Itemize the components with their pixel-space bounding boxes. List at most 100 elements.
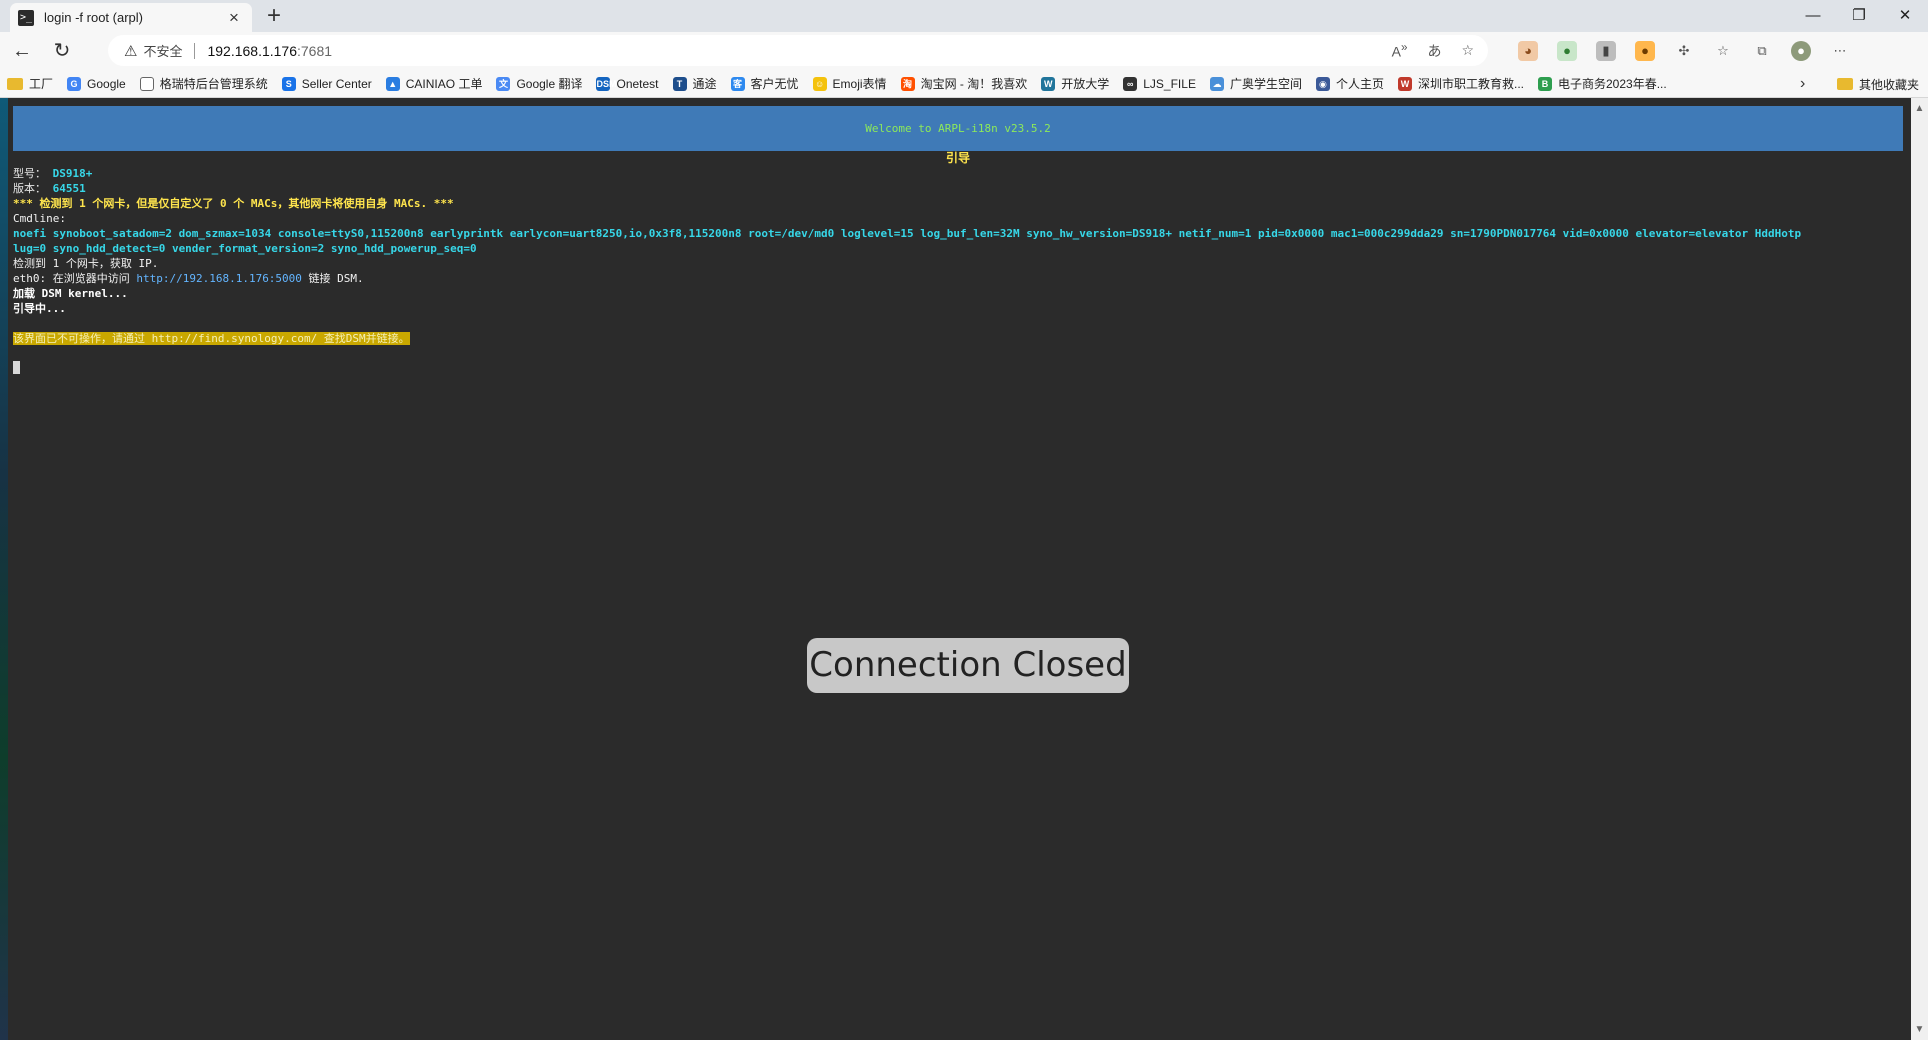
bookmark-favicon-icon: ∞ — [1123, 76, 1138, 91]
bookmark-item[interactable]: ◉ 个人主页 — [1309, 72, 1391, 96]
bookmark-favicon-icon: G — [67, 76, 82, 91]
bookmark-label: 个人主页 — [1335, 77, 1384, 91]
favorites-icon[interactable]: ☆ — [1713, 41, 1733, 61]
address-bar[interactable]: ⚠ 不安全 192.168.1.176 :7681 A» あ ☆ — [108, 35, 1488, 66]
bookmark-item[interactable]: G Google — [60, 72, 133, 96]
extension-badge-icon[interactable]: ● — [1557, 41, 1577, 61]
bookmark-favicon-icon: 文 — [496, 76, 511, 91]
bookmark-label: 广奥学生空间 — [1229, 77, 1302, 91]
bookmark-item[interactable]: T 通途 — [666, 72, 724, 96]
translate-icon[interactable]: あ — [1427, 41, 1441, 61]
read-aloud-icon[interactable]: A» — [1392, 41, 1408, 60]
url-port[interactable]: :7681 — [297, 43, 332, 59]
banner-text: Welcome to ARPL-i18n v23.5.2 — [865, 122, 1051, 135]
bookmark-item[interactable]: 客客户无忧 — [724, 72, 806, 96]
build-label: 版本： — [13, 182, 46, 195]
warning-icon[interactable]: ⚠ — [124, 42, 137, 60]
extension-icon[interactable]: ▮ — [1596, 41, 1616, 61]
restore-button[interactable]: ❐ — [1836, 0, 1882, 32]
bookmark-item[interactable]: S Seller Center — [275, 72, 379, 96]
new-tab-button[interactable]: + — [260, 3, 288, 31]
bookmark-favicon-icon: W — [1041, 76, 1056, 91]
other-bookmarks-label: 其他收藏夹 — [1859, 77, 1920, 92]
bookmark-favicon-icon: 淘 — [900, 76, 915, 91]
terminal[interactable]: Welcome to ARPL-i18n v23.5.2 引导 型号： DS91… — [13, 106, 1903, 1036]
bookmark-label: 深圳市职工教育救... — [1417, 77, 1524, 91]
browser-tab[interactable]: >_ login -f root (arpl) × — [10, 3, 252, 32]
desktop-edge — [0, 98, 8, 1040]
notice-text: 该界面已不可操作，请通过 http://find.synology.com/ 查… — [13, 332, 410, 345]
build-line: 版本： 64551 — [13, 181, 86, 196]
connection-closed-overlay: Connection Closed — [807, 638, 1129, 693]
booting-line: 引导中... — [13, 302, 66, 315]
bookmark-favicon-icon: ◉ — [1315, 76, 1330, 91]
more-menu-icon[interactable]: ⋯ — [1830, 41, 1850, 61]
terminal-icon: >_ — [18, 9, 34, 26]
bookmark-favicon-icon: S — [281, 76, 296, 91]
eth-line: eth0: 在浏览器中访问 http://192.168.1.176:5000 … — [13, 271, 364, 286]
bookmark-item[interactable]: 工厂 — [0, 72, 60, 96]
cmdline-label: Cmdline: — [13, 212, 66, 225]
back-button[interactable]: ← — [4, 35, 40, 67]
close-window-button[interactable]: ✕ — [1882, 0, 1928, 32]
avatar[interactable]: ● — [1791, 41, 1811, 61]
folder-icon — [7, 77, 23, 90]
bookmark-favicon-icon: ☁ — [1209, 76, 1224, 91]
bookmark-label: 工厂 — [29, 77, 54, 91]
bookmark-item[interactable]: ∞ LJS_FILE — [1116, 72, 1203, 96]
bookmarks-overflow-chevron-icon[interactable]: › — [1800, 70, 1805, 98]
cmdline-text-2: lug=0 syno_hdd_detect=0 vender_format_ve… — [13, 242, 477, 255]
reload-button[interactable]: ↻ — [44, 35, 80, 67]
bookmark-item[interactable]: DSM Onetest — [589, 72, 665, 96]
bookmark-label: 淘宝网 - 淘！我喜欢 — [920, 77, 1028, 91]
bookmark-item[interactable]: 淘淘宝网 - 淘！我喜欢 — [894, 72, 1035, 96]
scroll-down-arrow-icon[interactable]: ▼ — [1911, 1021, 1928, 1038]
bookmark-item[interactable]: B 电子商务2023年春... — [1531, 72, 1674, 96]
bookmark-favicon-icon: W — [1397, 76, 1412, 91]
bookmark-item[interactable]: W 深圳市职工教育救... — [1391, 72, 1531, 96]
bookmark-label: LJS_FILE — [1143, 76, 1196, 91]
cmdline-text-1: noefi synoboot_satadom=2 dom_szmax=1034 … — [13, 227, 1802, 240]
bookmark-item[interactable]: ☁ 广奥学生空间 — [1203, 72, 1309, 96]
bookmark-label: 客户无忧 — [750, 77, 799, 91]
eth-prefix: eth0: 在浏览器中访问 — [13, 272, 137, 285]
bookmark-item[interactable]: ▲ CAINIAO 工单 — [379, 72, 490, 96]
tab-title: login -f root (arpl) — [44, 10, 143, 25]
bookmark-label: Google — [87, 76, 126, 91]
bookmark-label: CAINIAO 工单 — [405, 77, 483, 91]
favorite-star-icon[interactable]: ☆ — [1461, 42, 1474, 59]
bookmark-favicon-icon: B — [1538, 76, 1552, 91]
cookie-icon[interactable]: ● — [1635, 41, 1655, 61]
minimize-button[interactable]: — — [1790, 0, 1836, 32]
bookmark-label: 开放大学 — [1061, 77, 1110, 91]
dsm-link[interactable]: http://192.168.1.176:5000 — [136, 272, 302, 285]
terminal-cursor — [13, 361, 20, 374]
extensions-puzzle-icon[interactable]: ✣ — [1674, 41, 1694, 61]
model-value: DS918+ — [52, 167, 93, 180]
bookmark-label: 通途 — [692, 77, 717, 91]
scroll-up-arrow-icon[interactable]: ▲ — [1911, 100, 1928, 117]
scrollbar[interactable]: ▲ ▼ — [1911, 98, 1928, 1040]
bookmark-item[interactable]: ☺ Emoji表情 — [806, 72, 894, 96]
security-label[interactable]: 不安全 — [143, 41, 182, 60]
bookmark-item[interactable]: W 开放大学 — [1034, 72, 1116, 96]
bookmark-label: Google 翻译 — [516, 77, 583, 91]
extensions-toolbar: ◕ ● ▮ ● ✣ ☆ ⧉ ● ⋯ — [1518, 32, 1850, 70]
bookmark-favicon-icon: 客 — [730, 76, 745, 91]
bookmark-label: Seller Center — [301, 76, 372, 91]
bookmark-label: Onetest — [616, 76, 659, 91]
page-content: Welcome to ARPL-i18n v23.5.2 引导 型号： DS91… — [0, 98, 1928, 1040]
window-controls: — ❐ ✕ — [1790, 0, 1928, 32]
bookmark-item[interactable]: 格瑞特后台管理系统 — [133, 72, 275, 96]
other-bookmarks-folder[interactable]: 其他收藏夹 — [1830, 72, 1926, 96]
bookmark-label: 电子商务2023年春... — [1558, 77, 1667, 91]
close-tab-icon[interactable]: × — [224, 8, 244, 28]
extension-icon[interactable]: ◕ — [1518, 41, 1538, 61]
loading-line: 加载 DSM kernel... — [13, 287, 128, 300]
bookmark-favicon-icon: ☺ — [812, 76, 827, 91]
menu-title: 引导 — [945, 151, 970, 165]
url-host[interactable]: 192.168.1.176 — [207, 43, 297, 59]
bookmark-item[interactable]: 文 Google 翻译 — [489, 72, 589, 96]
model-label: 型号： — [13, 167, 46, 180]
collections-icon[interactable]: ⧉ — [1752, 41, 1772, 61]
